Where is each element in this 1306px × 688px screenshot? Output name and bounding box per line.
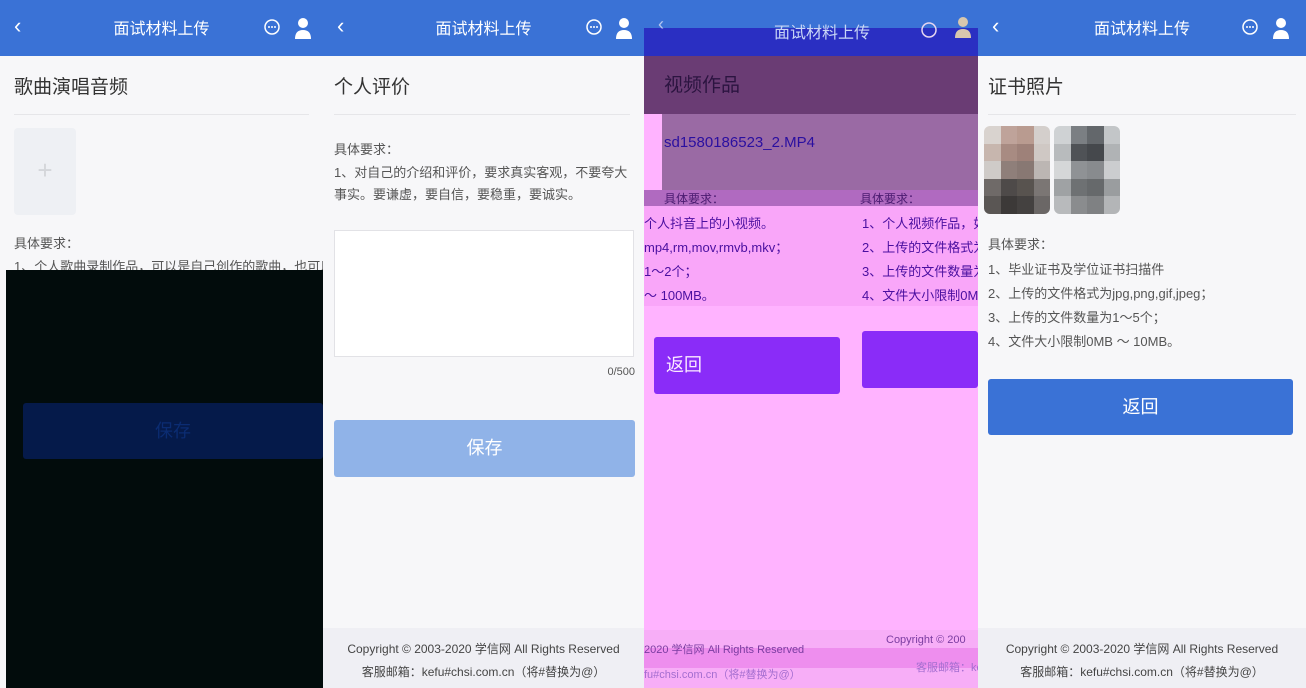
req-line: 个人抖音上的小视频。: [644, 216, 775, 231]
header-title: 面试材料上传: [774, 25, 871, 42]
req-line: mp4,rm,mov,rmvb,mkv；: [644, 240, 789, 255]
right-requirements: 1、个人视频作品，如 2、上传的文件格式为 3、上传的文件数量为 4、文件大小限…: [862, 212, 978, 308]
section-title: 证书照片: [988, 77, 1065, 98]
divider: [14, 114, 309, 115]
req-line: 3、上传的文件数量为1～5个；: [988, 310, 1166, 325]
req-line: 4、文件大小限制0MB ～ 10MB。: [988, 334, 1181, 349]
uploaded-file-name[interactable]: sd1580186523_2.MP4: [664, 134, 815, 151]
footer: Copyright © 2003-2020 学信网 All Rights Res…: [323, 628, 644, 688]
req-line: 1、个人视频作品，如: [862, 216, 978, 231]
save-label: 保存: [466, 438, 503, 458]
message-icon[interactable]: [264, 19, 280, 35]
message-icon[interactable]: [921, 22, 937, 38]
certificate-thumbnail[interactable]: [984, 126, 1050, 214]
character-counter: 0/500: [607, 366, 635, 378]
requirements-title: 具体要求：: [14, 236, 80, 251]
message-icon[interactable]: [1242, 19, 1258, 35]
back-button[interactable]: 返回: [654, 337, 840, 394]
app-header: ‹ 面试材料上传: [978, 0, 1306, 56]
footer: Copyright © 2003-2020 学信网 All Rights Res…: [978, 628, 1306, 688]
user-icon[interactable]: [294, 17, 312, 39]
back-button[interactable]: 返回: [988, 379, 1293, 435]
divider: [988, 114, 1296, 115]
user-icon[interactable]: [615, 17, 633, 39]
section-title: 视频作品: [664, 75, 741, 96]
requirements-title: 具体要求：: [334, 142, 400, 157]
copyright-text: Copyright © 2003-2020 学信网 All Rights Res…: [1005, 642, 1279, 656]
panel-certificate-photos: ‹ 面试材料上传 证书照片 具体要求： 1、毕业证书及学位证书扫描件 2、上传的…: [978, 0, 1306, 688]
app-header: ‹ 面试材料上传: [323, 0, 644, 56]
app-header: ‹ 面试材料上传: [0, 0, 323, 56]
user-icon[interactable]: [954, 16, 972, 38]
req-line: 1、毕业证书及学位证书扫描件: [988, 262, 1165, 277]
save-button[interactable]: 保存: [334, 420, 635, 477]
email-text: 客服邮箱：kefu#chsi.com.cn（将#替换为@）: [361, 665, 606, 679]
left-requirements: 个人抖音上的小视频。 mp4,rm,mov,rmvb,mkv； 1～2个； ～ …: [644, 212, 788, 308]
email-text: fu#chsi.com.cn（将#替换为@）: [644, 669, 801, 681]
panel-self-evaluation: ‹ 面试材料上传 个人评价 具体要求： 1、对自己的介绍和评价，要求真实客观，不…: [323, 0, 644, 688]
req-line: 3、上传的文件数量为: [862, 264, 978, 279]
evaluation-textarea[interactable]: [334, 230, 634, 357]
back-label: 返回: [666, 355, 702, 375]
add-file-button[interactable]: +: [14, 128, 76, 215]
file-band: [662, 114, 978, 190]
copyright-text: 2020 学信网 All Rights Reserved: [644, 644, 805, 656]
plus-icon: +: [37, 155, 53, 185]
panel-video-works: ‹ 面试材料上传 视频作品 sd1580186523_2.MP4 具体要求： 具…: [644, 0, 978, 688]
save-button[interactable]: 保存: [23, 403, 323, 459]
req-line: 4、文件大小限制0MB: [862, 288, 978, 303]
section-title: 个人评价: [334, 77, 411, 98]
back-icon[interactable]: ‹: [658, 14, 664, 35]
req-line: ～ 100MB。: [644, 288, 715, 303]
message-icon[interactable]: [586, 19, 602, 35]
email-text: 客服邮箱：ke: [916, 662, 978, 674]
section-title: 歌曲演唱音频: [14, 77, 129, 98]
requirements-list: 1、毕业证书及学位证书扫描件 2、上传的文件格式为jpg,png,gif,jpe…: [988, 258, 1296, 354]
panel-song-audio: ‹ 面试材料上传 歌曲演唱音频 + 具体要求： 1、个人歌曲录制作品，可以是自己…: [0, 0, 323, 688]
email-text: 客服邮箱：kefu#chsi.com.cn（将#替换为@）: [1020, 665, 1264, 679]
req-line: 2、上传的文件格式为jpg,png,gif,jpeg；: [988, 286, 1214, 301]
save-label: 保存: [155, 421, 191, 441]
divider: [334, 114, 630, 115]
requirements-title: 具体要求：: [988, 237, 1054, 252]
dark-overlay: [6, 270, 323, 688]
copyright-text: Copyright © 200: [886, 634, 966, 646]
requirements-title: 具体要求：: [860, 192, 921, 206]
requirements-title: 具体要求：: [664, 192, 725, 206]
req-line: 1～2个；: [644, 264, 698, 279]
back-button-ghost[interactable]: [862, 331, 978, 388]
req-line: 2、上传的文件格式为: [862, 240, 978, 255]
copyright-text: Copyright © 2003-2020 学信网 All Rights Res…: [347, 642, 620, 656]
requirements-text: 1、对自己的介绍和评价，要求真实客观，不要夸大事实。要谦虚，要自信，要稳重，要诚…: [334, 165, 628, 202]
user-icon[interactable]: [1272, 17, 1290, 39]
back-label: 返回: [1122, 397, 1159, 417]
certificate-thumbnail[interactable]: [1054, 126, 1120, 214]
